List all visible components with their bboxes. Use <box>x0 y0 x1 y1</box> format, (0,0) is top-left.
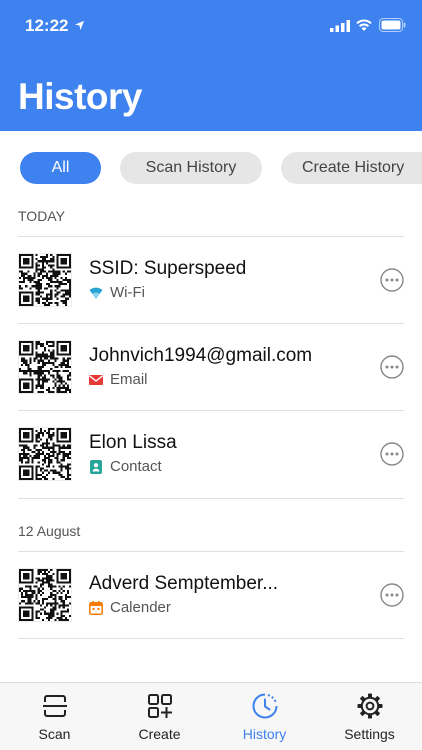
history-item[interactable]: Johnvich1994@gmail.com Email <box>0 324 422 411</box>
battery-icon <box>379 18 406 32</box>
wifi-icon <box>89 287 103 299</box>
history-item[interactable]: SSID: Superspeed Wi-Fi <box>0 237 422 324</box>
history-item[interactable]: Elon Lissa Contact <box>0 411 422 498</box>
tab-settings-label: Settings <box>344 726 395 742</box>
filter-all-label: All <box>51 159 70 176</box>
item-type-label: Contact <box>110 458 162 475</box>
item-type-label: Email <box>110 371 148 388</box>
tab-bar: Scan Create History Settings <box>0 682 422 750</box>
divider <box>18 498 404 499</box>
header: 12:22 History <box>0 0 422 131</box>
filter-all-button[interactable]: All <box>20 152 101 184</box>
qr-code-thumbnail <box>18 253 72 307</box>
contact-icon <box>90 459 102 474</box>
filter-scan-history-label: Scan History <box>145 159 237 176</box>
create-grid-icon <box>148 694 172 718</box>
section-label-date: 12 August <box>18 523 81 539</box>
mail-icon <box>89 374 103 385</box>
divider <box>18 638 404 639</box>
location-arrow-icon <box>74 20 85 31</box>
item-title: SSID: Superspeed <box>89 258 247 279</box>
item-type-label: Calender <box>110 599 171 616</box>
tab-scan[interactable]: Scan <box>2 683 107 750</box>
tab-create-label: Create <box>138 726 181 742</box>
item-title: Adverd Semptember... <box>89 573 279 594</box>
filter-create-history-label: Create History <box>302 159 405 176</box>
tab-history[interactable]: History <box>212 683 317 750</box>
tab-settings[interactable]: Settings <box>317 683 422 750</box>
item-type: Contact <box>89 458 162 475</box>
more-options-icon[interactable] <box>380 442 404 466</box>
item-title: Elon Lissa <box>89 432 177 453</box>
item-title: Johnvich1994@gmail.com <box>89 345 313 366</box>
calendar-icon <box>89 600 103 615</box>
status-bar: 12:22 <box>0 0 422 50</box>
qr-code-thumbnail <box>18 427 72 481</box>
more-options-icon[interactable] <box>380 355 404 379</box>
page-title: History <box>18 76 142 117</box>
more-options-icon[interactable] <box>380 268 404 292</box>
gear-icon <box>357 693 383 719</box>
cellular-signal-icon <box>330 20 350 32</box>
history-clock-icon <box>252 693 278 719</box>
item-type: Calender <box>89 599 171 616</box>
status-time: 12:22 <box>25 16 69 35</box>
qr-code-thumbnail <box>18 568 72 622</box>
item-type-label: Wi-Fi <box>110 284 145 301</box>
section-label-today: TODAY <box>18 208 65 224</box>
more-options-icon[interactable] <box>380 583 404 607</box>
qr-code-thumbnail <box>18 340 72 394</box>
filter-scan-history-button[interactable]: Scan History <box>120 152 262 184</box>
tab-scan-label: Scan <box>38 726 71 742</box>
history-item[interactable]: Adverd Semptember... Calender <box>0 552 422 639</box>
tab-create[interactable]: Create <box>107 683 212 750</box>
item-type: Email <box>89 371 148 388</box>
filter-create-history-button[interactable]: Create History <box>281 152 422 184</box>
tab-history-label: History <box>242 726 287 742</box>
wifi-status-icon <box>356 19 372 31</box>
scan-icon <box>43 695 67 717</box>
item-type: Wi-Fi <box>89 284 145 301</box>
